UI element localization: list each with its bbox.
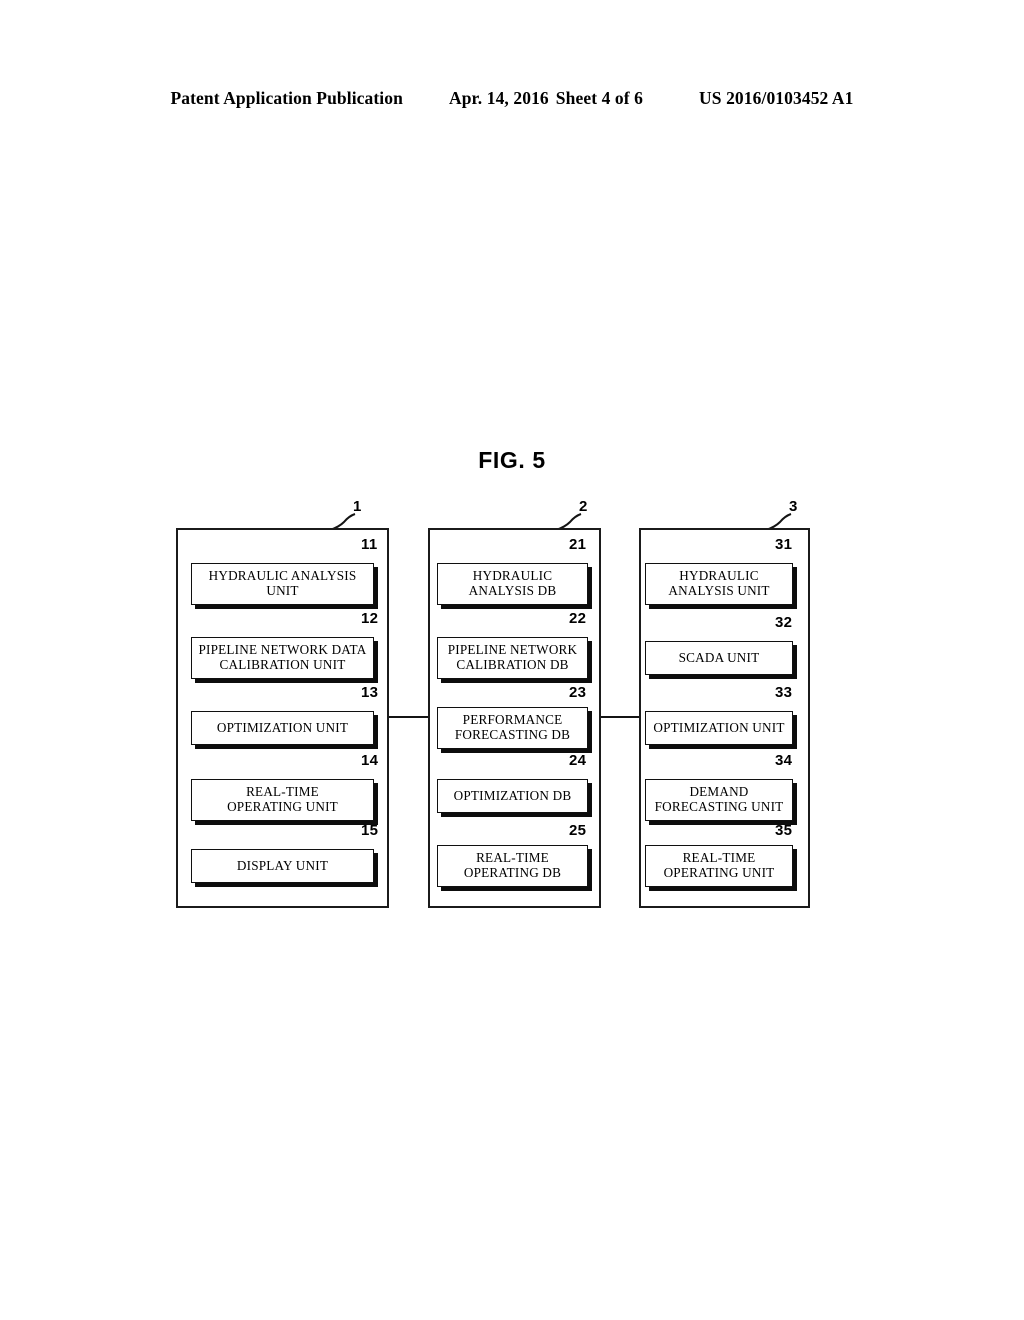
unit-box-13-ref-number: 13	[361, 684, 379, 701]
unit-box-22-label: PIPELINE NETWORK CALIBRATION DB	[447, 642, 578, 672]
unit-box-34-ref-number: 34	[775, 752, 793, 769]
unit-box-34[interactable]: DEMAND FORECASTING UNIT	[645, 779, 793, 821]
unit-box-23[interactable]: PERFORMANCE FORECASTING DB	[437, 707, 588, 749]
unit-box-22[interactable]: PIPELINE NETWORK CALIBRATION DB	[437, 637, 588, 679]
unit-box-32[interactable]: SCADA UNIT	[645, 641, 793, 675]
unit-box-24[interactable]: OPTIMIZATION DB	[437, 779, 588, 813]
unit-box-11-label: HYDRAULIC ANALYSIS UNIT	[208, 568, 357, 598]
unit-box-23-label: PERFORMANCE FORECASTING DB	[454, 712, 571, 742]
unit-box-22-ref-number: 22	[569, 610, 587, 627]
unit-box-15-ref-number: 15	[361, 822, 379, 839]
panel-1-ref-number: 1	[353, 498, 362, 515]
unit-box-35-ref-number: 35	[775, 822, 793, 839]
unit-box-11-ref-number: 11	[361, 536, 378, 553]
unit-box-21[interactable]: HYDRAULIC ANALYSIS DB	[437, 563, 588, 605]
unit-box-14-ref-number: 14	[361, 752, 379, 769]
unit-box-12-label: PIPELINE NETWORK DATA CALIBRATION UNIT	[198, 642, 367, 672]
unit-box-25-ref-number: 25	[569, 822, 587, 839]
figure-5-diagram: 1 HYDRAULIC ANALYSIS UNIT 11 PIPELINE NET…	[0, 0, 1024, 1320]
unit-box-31[interactable]: HYDRAULIC ANALYSIS UNIT	[645, 563, 793, 605]
unit-box-32-ref-number: 32	[775, 614, 793, 631]
unit-box-25-label: REAL-TIME OPERATING DB	[463, 850, 562, 880]
unit-box-23-ref-number: 23	[569, 684, 587, 701]
unit-box-14[interactable]: REAL-TIME OPERATING UNIT	[191, 779, 374, 821]
unit-box-31-label: HYDRAULIC ANALYSIS UNIT	[668, 568, 770, 598]
unit-box-15-label: DISPLAY UNIT	[236, 857, 329, 873]
unit-box-21-ref-number: 21	[569, 536, 587, 553]
unit-box-25[interactable]: REAL-TIME OPERATING DB	[437, 845, 588, 887]
unit-box-12-ref-number: 12	[361, 610, 379, 627]
unit-box-35[interactable]: REAL-TIME OPERATING UNIT	[645, 845, 793, 887]
unit-box-34-label: DEMAND FORECASTING UNIT	[654, 784, 784, 814]
unit-box-35-label: REAL-TIME OPERATING UNIT	[663, 850, 775, 880]
unit-box-12[interactable]: PIPELINE NETWORK DATA CALIBRATION UNIT	[191, 637, 374, 679]
panel-2-ref-number: 2	[579, 498, 588, 515]
unit-box-24-ref-number: 24	[569, 752, 587, 769]
panel-3-ref-number: 3	[789, 498, 798, 515]
unit-box-33[interactable]: OPTIMIZATION UNIT	[645, 711, 793, 745]
unit-box-33-ref-number: 33	[775, 684, 793, 701]
unit-box-13-label: OPTIMIZATION UNIT	[216, 719, 349, 735]
unit-box-31-ref-number: 31	[775, 536, 793, 553]
unit-box-21-label: HYDRAULIC ANALYSIS DB	[468, 568, 557, 598]
unit-box-32-label: SCADA UNIT	[678, 649, 760, 665]
unit-box-14-label: REAL-TIME OPERATING UNIT	[227, 784, 338, 814]
unit-box-24-label: OPTIMIZATION DB	[453, 787, 572, 803]
unit-box-15[interactable]: DISPLAY UNIT	[191, 849, 374, 883]
unit-box-13[interactable]: OPTIMIZATION UNIT	[191, 711, 374, 745]
unit-box-11[interactable]: HYDRAULIC ANALYSIS UNIT	[191, 563, 374, 605]
unit-box-33-label: OPTIMIZATION UNIT	[653, 719, 785, 735]
